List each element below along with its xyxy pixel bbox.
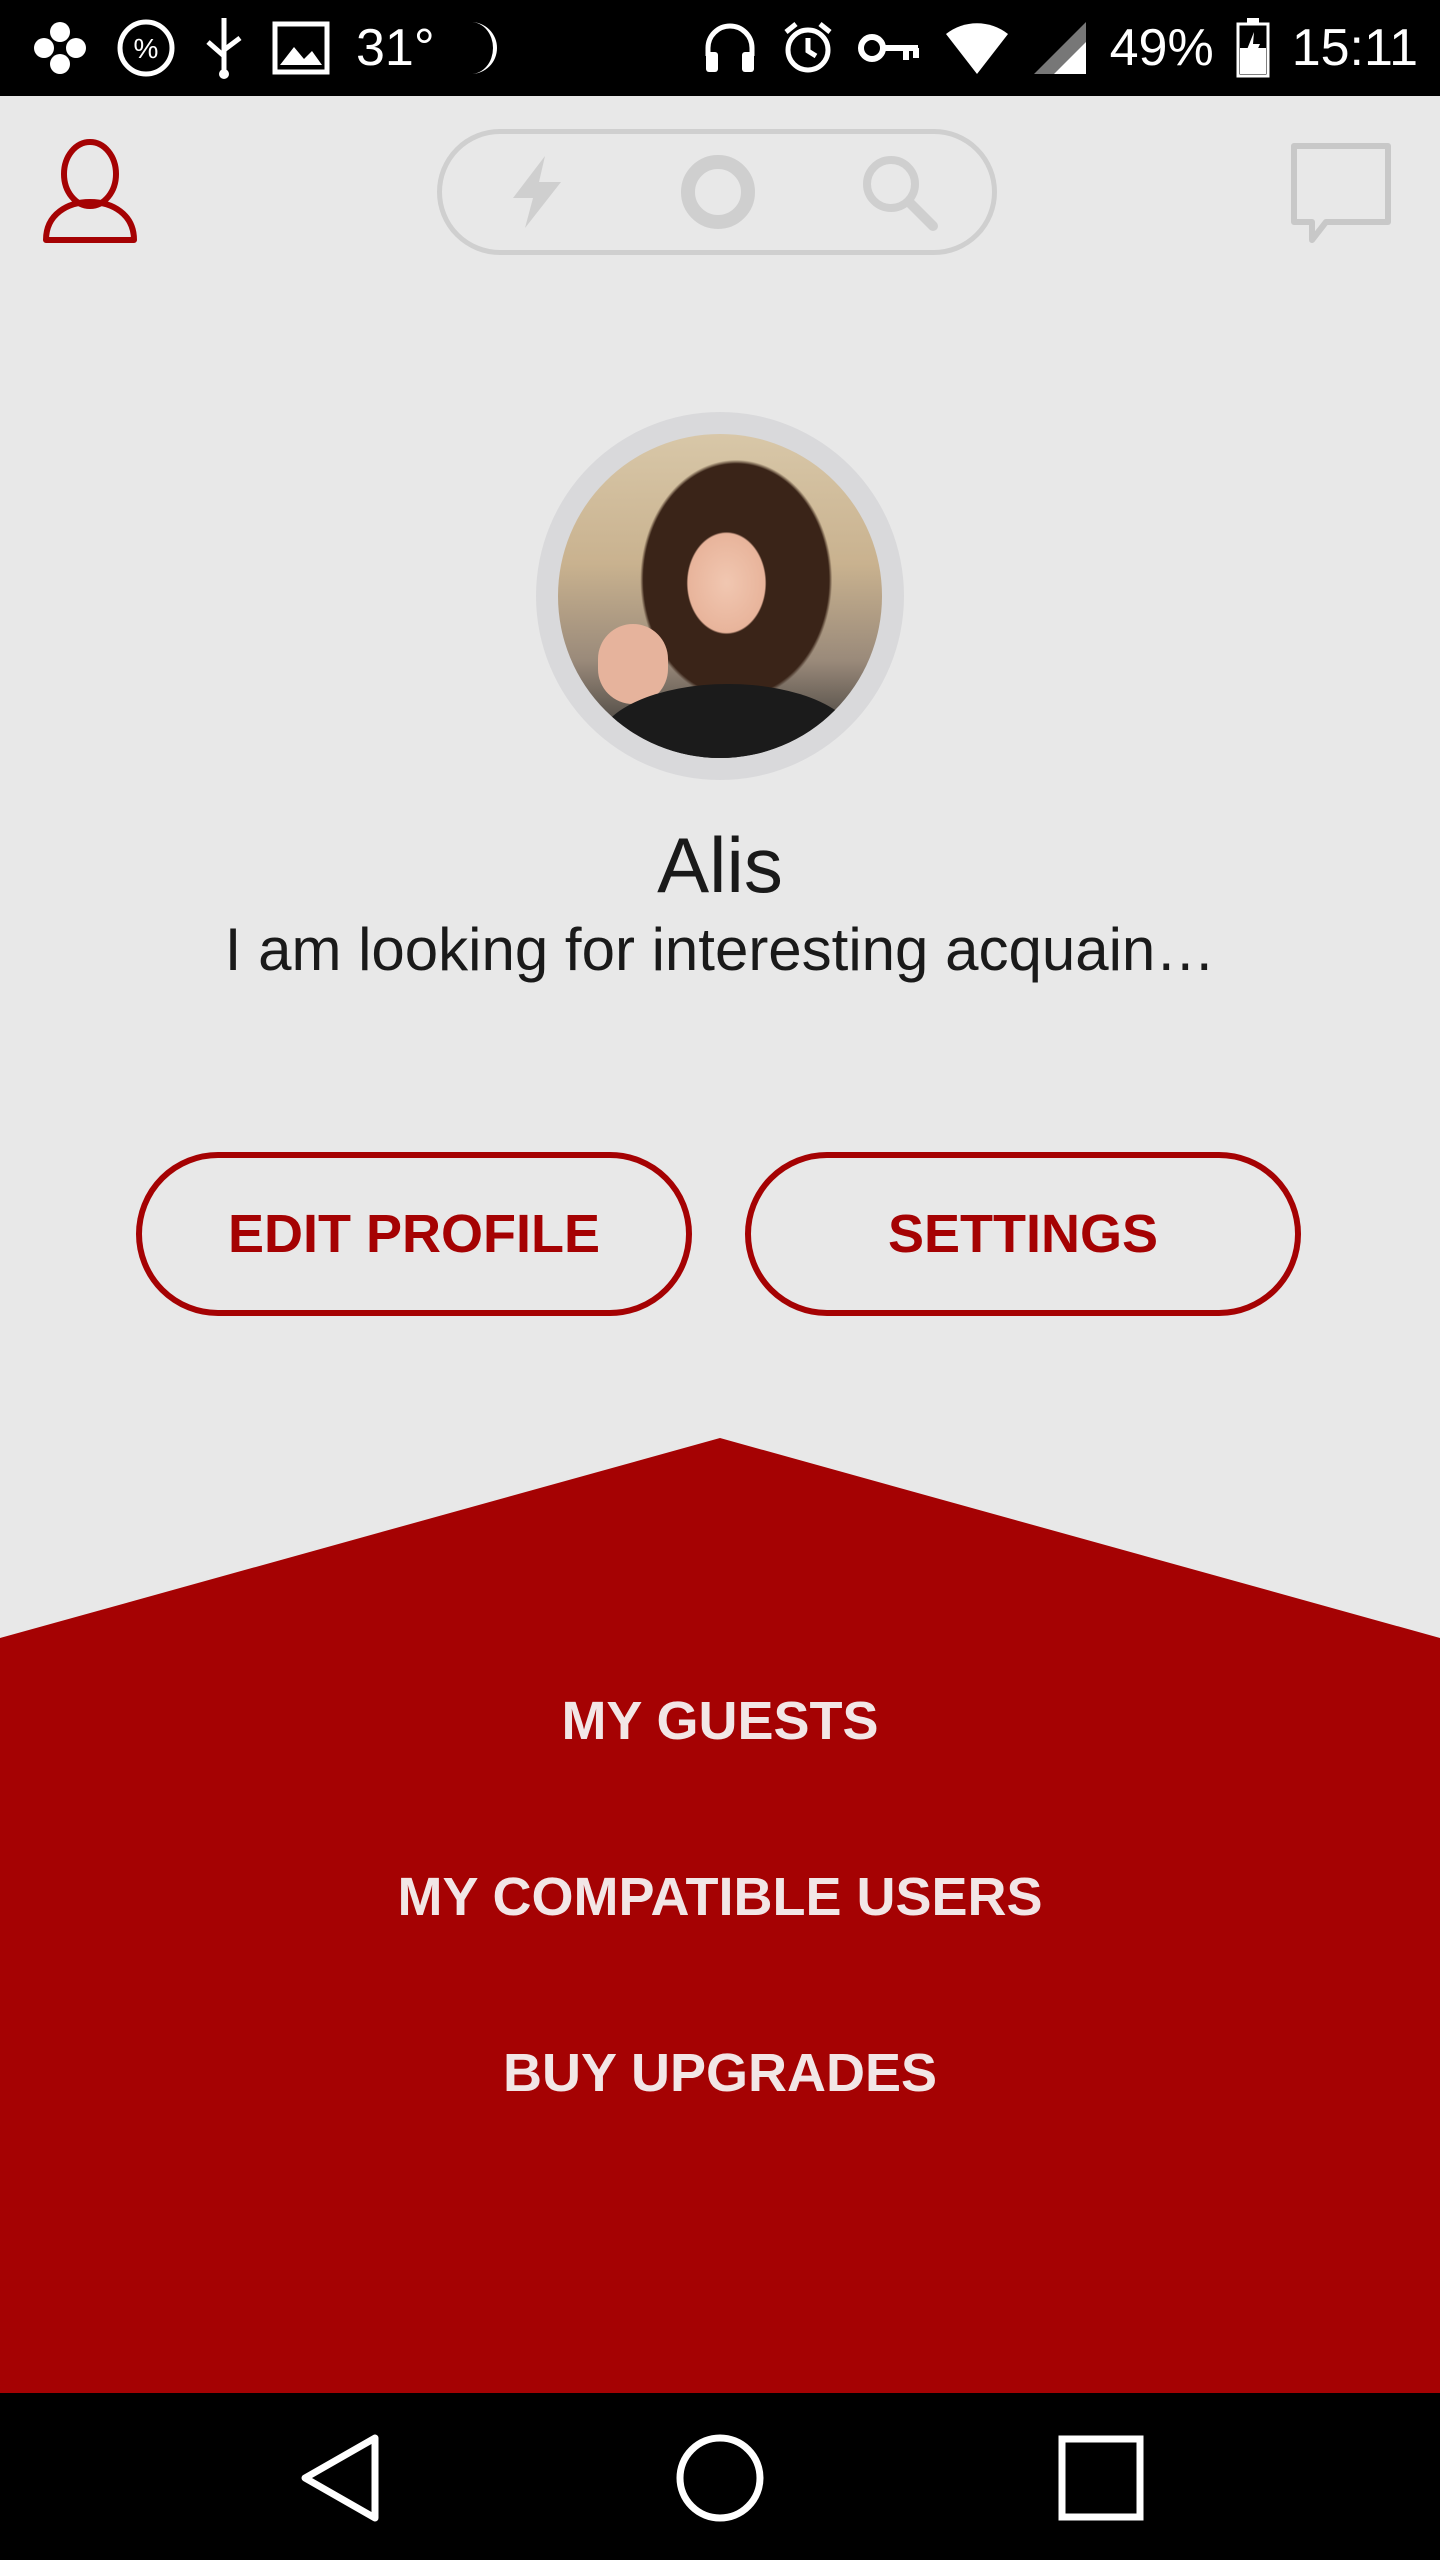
menu-item-buy-upgrades[interactable]: BUY UPGRADES (0, 2042, 1440, 2104)
navigation-bar (0, 2393, 1440, 2560)
image-icon (272, 21, 330, 75)
battery-icon (1236, 18, 1270, 78)
alarm-icon (780, 20, 836, 76)
recents-icon[interactable] (1046, 2423, 1156, 2533)
chat-bubble-icon (1291, 143, 1391, 243)
user-icon (43, 139, 137, 243)
edit-profile-button[interactable]: EDIT PROFILE (136, 1152, 692, 1316)
back-icon[interactable] (285, 2423, 395, 2533)
chat-button[interactable] (1290, 142, 1394, 246)
wifi-icon (944, 20, 1010, 76)
svg-text:%: % (134, 33, 159, 64)
key-icon (857, 28, 922, 68)
profile-bio: I am looking for interesting acquain… (224, 916, 1216, 983)
moon-icon (461, 18, 505, 78)
clock-text: 15:11 (1291, 19, 1418, 77)
status-bar: % 31° 49% 15:11 (0, 0, 1440, 96)
usb-icon (202, 16, 246, 80)
profile-button[interactable] (40, 136, 140, 246)
search-icon[interactable] (859, 152, 939, 232)
settings-button[interactable]: SETTINGS (745, 1152, 1301, 1316)
menu-item-my-compatible-users[interactable]: MY COMPATIBLE USERS (0, 1866, 1440, 1928)
home-icon[interactable] (665, 2423, 775, 2533)
avatar[interactable] (558, 434, 882, 758)
temperature-text: 31° (356, 19, 435, 77)
signal-icon (1032, 20, 1088, 76)
lightning-icon[interactable] (497, 152, 577, 232)
headphones-icon (702, 20, 758, 76)
app-icon (30, 18, 90, 78)
menu-item-my-guests[interactable]: MY GUESTS (0, 1690, 1440, 1752)
avatar-ring (536, 412, 904, 780)
mode-switch (437, 129, 997, 255)
profile-name: Alis (657, 821, 783, 909)
battery-text: 49% (1109, 19, 1214, 77)
percent-icon: % (116, 18, 176, 78)
top-app-bar (0, 96, 1440, 296)
circle-icon[interactable] (678, 152, 758, 232)
